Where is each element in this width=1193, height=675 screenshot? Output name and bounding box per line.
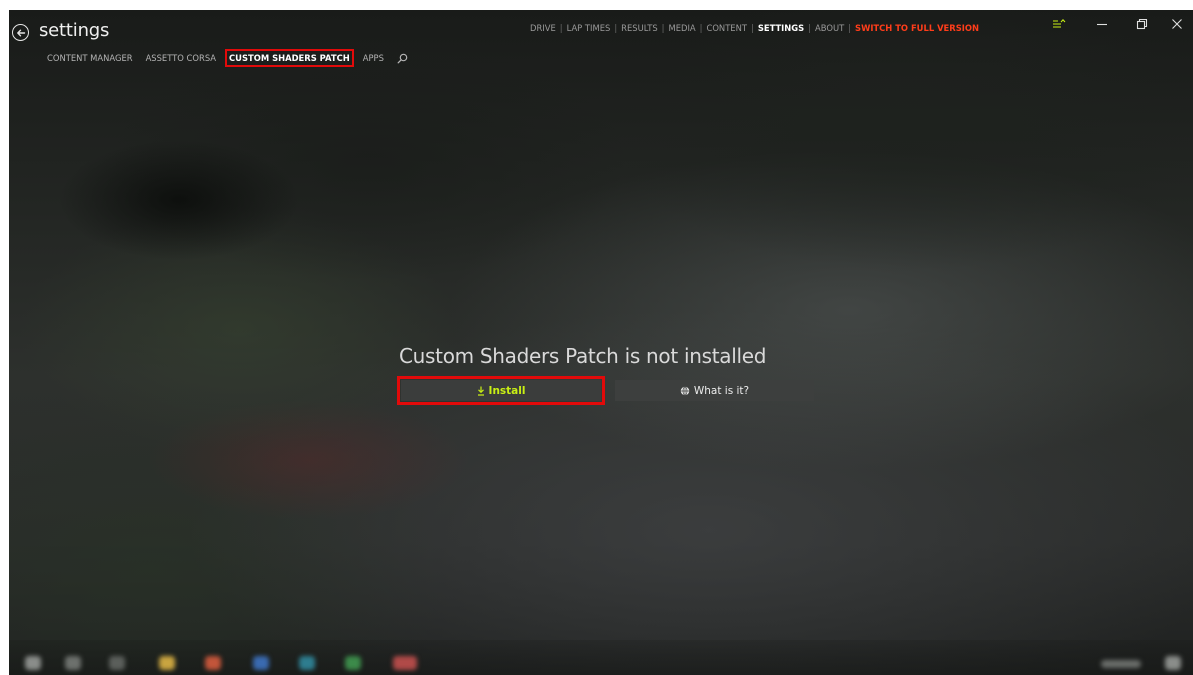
- taskbar-blur-icon: [345, 656, 361, 670]
- nav-settings[interactable]: SETTINGS: [758, 23, 804, 33]
- nav-separator: |: [750, 23, 754, 33]
- nav-separator: |: [808, 23, 812, 33]
- nav-separator: |: [699, 23, 703, 33]
- subtab-assetto-corsa[interactable]: ASSETTO CORSA: [146, 53, 216, 63]
- taskbar-blur-icon: [109, 656, 125, 670]
- install-label: Install: [488, 384, 526, 397]
- globe-icon: [680, 385, 690, 396]
- taskbar-blur-icon: [1165, 656, 1181, 670]
- nav-separator: |: [848, 23, 852, 33]
- taskbar-blur-icon: [25, 656, 41, 670]
- menu-lines-icon[interactable]: [1047, 16, 1071, 32]
- nav-drive[interactable]: DRIVE: [530, 23, 556, 33]
- subtab-content-manager[interactable]: CONTENT MANAGER: [47, 53, 133, 63]
- what-is-it-button[interactable]: What is it?: [615, 380, 814, 401]
- nav-lap-times[interactable]: LAP TIMES: [567, 23, 611, 33]
- close-icon[interactable]: [1165, 16, 1189, 32]
- nav-switch-to-full-version[interactable]: SWITCH TO FULL VERSION: [855, 23, 979, 33]
- app-window: settings CONTENT MANAGER ASSETTO CORSA C…: [9, 10, 1193, 675]
- taskbar-blur-icon: [299, 656, 315, 670]
- taskbar-blur-icon: [159, 656, 175, 670]
- settings-subtabs: CONTENT MANAGER ASSETTO CORSA CUSTOM SHA…: [47, 49, 409, 67]
- taskbar-blur-icon: [393, 656, 417, 670]
- taskbar-blur-icon: [205, 656, 221, 670]
- back-arrow-circle-icon[interactable]: [12, 24, 29, 41]
- nav-separator: |: [661, 23, 665, 33]
- minimize-icon[interactable]: [1090, 16, 1114, 32]
- top-navigation: DRIVE | LAP TIMES | RESULTS | MEDIA | CO…: [530, 21, 979, 35]
- csp-not-installed-message: Custom Shaders Patch is not installed: [399, 344, 767, 368]
- nav-separator: |: [614, 23, 618, 33]
- what-is-it-label: What is it?: [693, 384, 750, 397]
- search-icon[interactable]: [397, 52, 409, 64]
- taskbar-blur-clock: [1101, 660, 1141, 668]
- restore-icon[interactable]: [1130, 16, 1154, 32]
- nav-separator: |: [559, 23, 563, 33]
- nav-results[interactable]: RESULTS: [621, 23, 658, 33]
- blurred-taskbar: [9, 640, 1193, 675]
- nav-about[interactable]: ABOUT: [815, 23, 844, 33]
- download-icon: [477, 386, 485, 396]
- nav-content[interactable]: CONTENT: [706, 23, 747, 33]
- page-title: settings: [39, 20, 110, 41]
- taskbar-blur-icon: [253, 656, 269, 670]
- install-button[interactable]: Install: [397, 376, 605, 405]
- subtab-apps[interactable]: APPS: [363, 53, 384, 63]
- taskbar-blur-icon: [65, 656, 81, 670]
- subtab-custom-shaders-patch[interactable]: CUSTOM SHADERS PATCH: [225, 49, 354, 67]
- nav-media[interactable]: MEDIA: [668, 23, 695, 33]
